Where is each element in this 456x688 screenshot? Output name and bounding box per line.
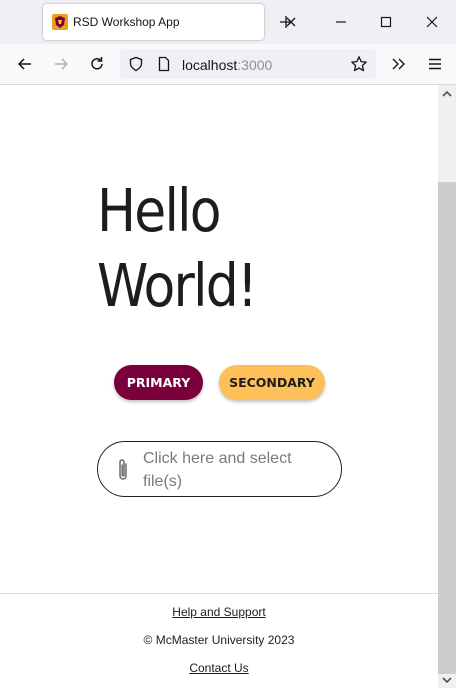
copyright-text: © McMaster University 2023 bbox=[143, 633, 295, 647]
reload-icon[interactable] bbox=[87, 54, 107, 74]
browser-tab[interactable]: RSD Workshop App bbox=[43, 4, 296, 40]
shield-icon[interactable] bbox=[128, 56, 144, 72]
vertical-scrollbar[interactable] bbox=[438, 85, 456, 688]
tab-title: RSD Workshop App bbox=[73, 15, 180, 29]
file-select-field[interactable]: Click here and select file(s) bbox=[97, 441, 342, 497]
page-icon[interactable] bbox=[156, 56, 172, 72]
back-arrow-icon[interactable] bbox=[15, 54, 35, 74]
minimize-icon[interactable] bbox=[331, 12, 351, 32]
contact-us-link[interactable]: Contact Us bbox=[0, 661, 438, 675]
paperclip-icon bbox=[119, 459, 127, 480]
file-placeholder: Click here and select file(s) bbox=[143, 450, 292, 490]
hamburger-menu-icon[interactable] bbox=[425, 54, 445, 74]
maximize-icon[interactable] bbox=[376, 12, 396, 32]
heading-line-1: Hello bbox=[97, 176, 222, 245]
scrollbar-thumb[interactable] bbox=[438, 182, 456, 674]
close-window-icon[interactable] bbox=[422, 12, 442, 32]
scroll-down-icon[interactable] bbox=[438, 672, 456, 688]
new-tab-icon[interactable] bbox=[276, 12, 296, 32]
url-host: localhost bbox=[182, 57, 238, 73]
favicon-icon bbox=[52, 14, 68, 30]
secondary-button[interactable]: SECONDARY bbox=[219, 365, 325, 400]
browser-nav-bar: localhost:3000 bbox=[0, 44, 456, 85]
star-bookmark-icon[interactable] bbox=[350, 55, 368, 73]
heading-line-2: World! bbox=[97, 251, 258, 320]
url-text[interactable]: localhost:3000 bbox=[182, 57, 272, 73]
url-bar[interactable]: localhost:3000 bbox=[120, 49, 376, 79]
url-port: :3000 bbox=[237, 57, 273, 73]
overflow-chevrons-icon[interactable] bbox=[389, 54, 409, 74]
browser-tab-bar: RSD Workshop App bbox=[0, 0, 456, 44]
primary-button[interactable]: PRIMARY bbox=[114, 365, 203, 400]
page-footer: Help and Support © McMaster University 2… bbox=[0, 593, 438, 688]
scroll-up-icon[interactable] bbox=[438, 85, 456, 101]
help-support-link[interactable]: Help and Support bbox=[0, 605, 438, 619]
page-viewport: Hello World! PRIMARY SECONDARY Click her… bbox=[0, 85, 438, 688]
page-heading: Hello World! bbox=[97, 173, 361, 323]
forward-arrow-icon[interactable] bbox=[51, 54, 71, 74]
